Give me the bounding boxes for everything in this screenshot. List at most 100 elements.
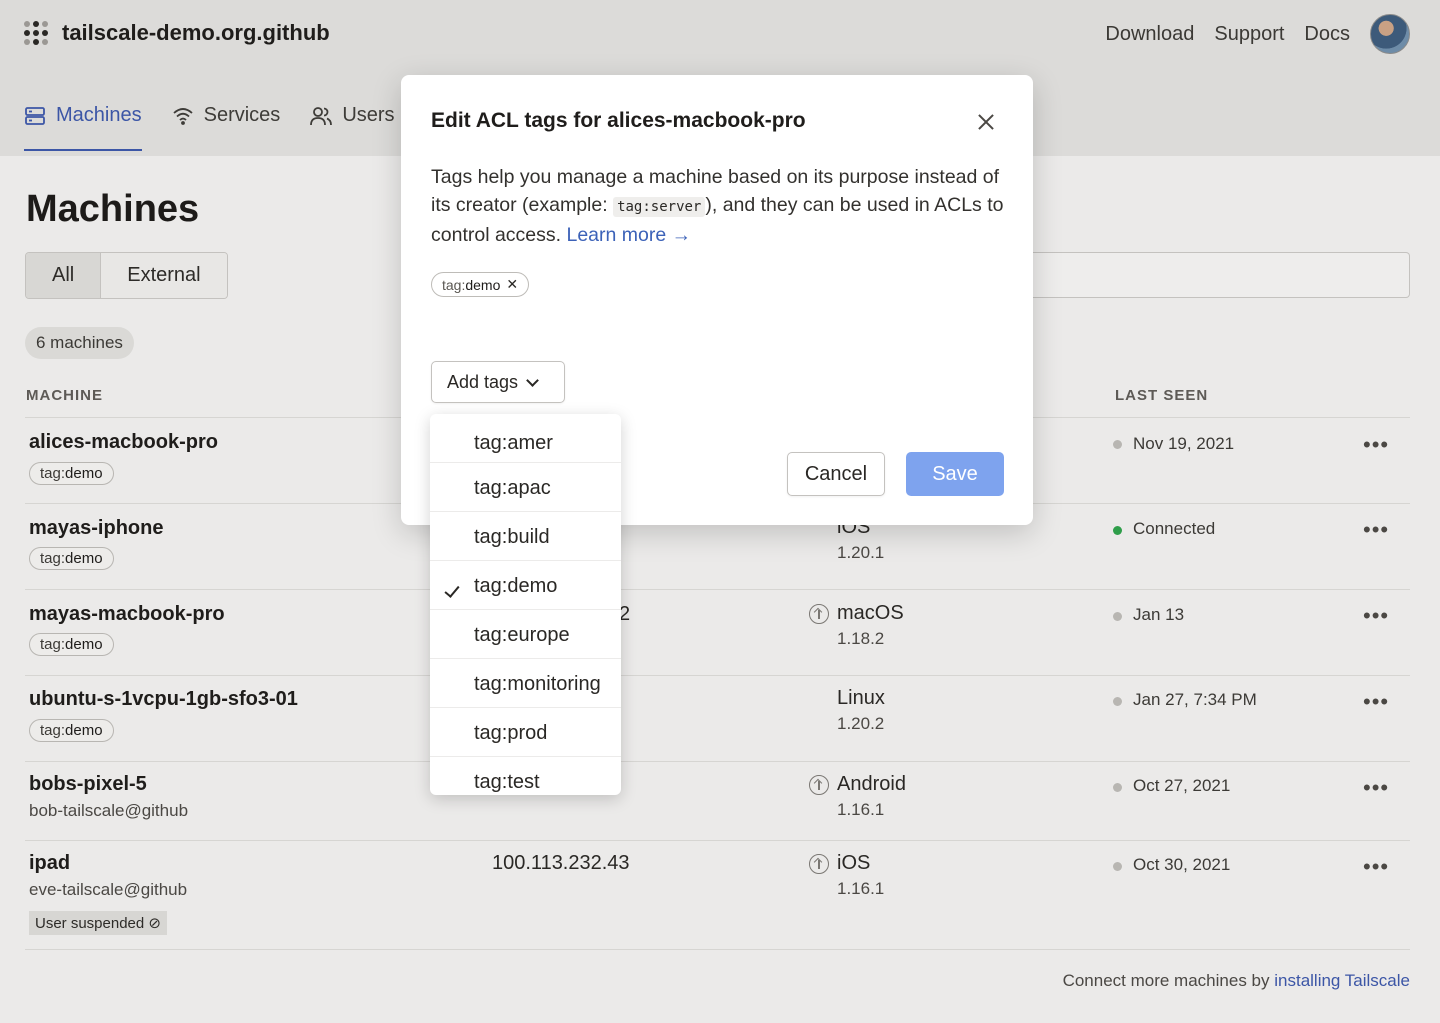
table-row[interactable]: ipad eve-tailscale@github User suspended… — [25, 840, 1410, 950]
badge-label: User suspended — [35, 915, 145, 932]
filter-external-button[interactable]: External — [101, 253, 227, 298]
filter-all-button[interactable]: All — [26, 253, 102, 298]
machine-owner: bob-tailscale@github — [29, 801, 189, 820]
footer-note: Connect more machines by installing Tail… — [1063, 971, 1410, 991]
status-dot — [1113, 526, 1122, 535]
tag-value: demo — [65, 636, 103, 653]
tag-option[interactable]: tag:prod — [430, 708, 621, 757]
tag-option[interactable]: tag:monitoring — [430, 659, 621, 708]
tag-prefix: tag: — [40, 722, 66, 739]
more-options-icon[interactable]: ••• — [1363, 603, 1389, 629]
current-tag-chip: tag:demo ✕ — [431, 272, 530, 297]
tab-services[interactable]: Services — [172, 104, 281, 151]
close-icon[interactable] — [975, 111, 997, 133]
tag-option-label: tag:test — [474, 771, 540, 793]
tag-option-selected[interactable]: tag:demo — [430, 561, 621, 610]
more-options-icon[interactable]: ••• — [1363, 854, 1389, 880]
tab-users[interactable]: Users — [310, 104, 395, 151]
tab-machines[interactable]: Machines — [24, 104, 142, 151]
machine-name[interactable]: ipad — [29, 852, 70, 875]
top-links: Download Support Docs — [1105, 14, 1410, 54]
tag-chip: tag:demo — [29, 547, 114, 570]
tag-option-label: tag:europe — [474, 624, 570, 646]
tag-value: demo — [65, 722, 103, 739]
cancel-button[interactable]: Cancel — [787, 452, 885, 496]
table-row[interactable]: ubuntu-s-1vcpu-1gb-sfo3-01 tag:demo Linu… — [25, 675, 1410, 761]
machine-owner: eve-tailscale@github — [29, 880, 188, 899]
install-tailscale-link[interactable]: installing Tailscale — [1274, 971, 1410, 990]
blocked-icon: ⊘ — [148, 915, 161, 932]
page-title: Machines — [26, 188, 200, 230]
update-available-icon — [809, 854, 829, 874]
support-link[interactable]: Support — [1214, 23, 1284, 46]
user-suspended-badge: User suspended ⊘ — [29, 911, 167, 935]
tag-value: demo — [465, 276, 501, 293]
os-name: Linux — [837, 687, 885, 709]
tag-option[interactable]: tag:test — [430, 757, 621, 795]
remove-tag-icon[interactable]: ✕ — [506, 276, 518, 293]
checkmark-icon — [444, 582, 460, 598]
tab-label: Users — [342, 104, 395, 126]
tag-option[interactable]: tag:build — [430, 512, 621, 561]
learn-more-link[interactable]: Learn more → — [566, 224, 691, 246]
status-dot — [1113, 440, 1122, 449]
tab-label: Services — [203, 104, 281, 126]
last-seen: Connected — [1133, 519, 1216, 538]
os-name: macOS — [837, 602, 904, 624]
tab-label: Machines — [56, 104, 142, 126]
tag-option-label: tag:demo — [474, 575, 558, 597]
tag-option-label: tag:prod — [474, 722, 548, 744]
more-options-icon[interactable]: ••• — [1363, 517, 1389, 543]
os-version: 1.20.2 — [837, 714, 885, 733]
avatar[interactable] — [1370, 14, 1410, 54]
last-seen: Nov 19, 2021 — [1133, 434, 1235, 453]
machine-name[interactable]: alices-macbook-pro — [29, 431, 218, 454]
machine-name[interactable]: ubuntu-s-1vcpu-1gb-sfo3-01 — [29, 688, 298, 711]
docs-link[interactable]: Docs — [1304, 23, 1350, 46]
ip-address[interactable]: 100.113.232.43 — [492, 852, 630, 875]
tag-option[interactable]: tag:europe — [430, 610, 621, 659]
table-row[interactable]: mayas-macbook-pro tag:demo 2 macOS 1.18.… — [25, 589, 1410, 675]
search-input[interactable] — [1030, 252, 1410, 298]
download-link[interactable]: Download — [1105, 23, 1194, 46]
tag-chip: tag:demo — [29, 719, 114, 742]
save-button[interactable]: Save — [906, 452, 1004, 496]
update-available-icon — [809, 775, 829, 795]
more-options-icon[interactable]: ••• — [1363, 432, 1389, 458]
table-row[interactable]: bobs-pixel-5 bob-tailscale@github Androi… — [25, 761, 1410, 840]
tailscale-logo-icon — [24, 21, 48, 45]
status-dot — [1113, 783, 1122, 792]
tag-prefix: tag: — [40, 465, 66, 482]
last-seen: Oct 30, 2021 — [1133, 855, 1231, 874]
dialog-title: Edit ACL tags for alices-macbook-pro — [431, 109, 806, 132]
machine-name[interactable]: mayas-macbook-pro — [29, 603, 225, 626]
more-options-icon[interactable]: ••• — [1363, 775, 1389, 801]
os-version: 1.18.2 — [837, 629, 885, 648]
tag-option-label: tag:amer — [474, 432, 553, 454]
add-tags-button[interactable]: Add tags — [431, 361, 565, 403]
machine-count-badge: 6 machines — [25, 327, 134, 359]
tag-option[interactable]: tag:amer — [430, 414, 621, 463]
tag-option[interactable]: tag:apac — [430, 463, 621, 512]
os-version: 1.16.1 — [837, 800, 885, 819]
tag-option-label: tag:build — [474, 526, 550, 548]
chevron-down-icon — [526, 373, 539, 387]
last-seen: Oct 27, 2021 — [1133, 776, 1231, 795]
tag-value: demo — [65, 465, 103, 482]
machine-name[interactable]: mayas-iphone — [29, 517, 163, 540]
users-icon — [310, 106, 333, 125]
tag-value: demo — [65, 550, 103, 567]
tag-option-label: tag:apac — [474, 477, 551, 499]
status-dot — [1113, 612, 1122, 621]
os-name: Android — [837, 773, 906, 795]
tag-chip: tag:demo — [29, 633, 114, 656]
machine-name[interactable]: bobs-pixel-5 — [29, 773, 147, 796]
org-brand[interactable]: tailscale-demo.org.github — [24, 20, 330, 46]
nav-tabs: Machines Services Users — [24, 104, 395, 151]
tag-prefix: tag: — [442, 276, 466, 293]
machine-filter: All External — [25, 252, 228, 299]
status-dot — [1113, 697, 1122, 706]
more-options-icon[interactable]: ••• — [1363, 689, 1389, 715]
last-seen: Jan 27, 7:34 PM — [1133, 690, 1257, 709]
example-tag-code: tag:server — [613, 197, 706, 217]
